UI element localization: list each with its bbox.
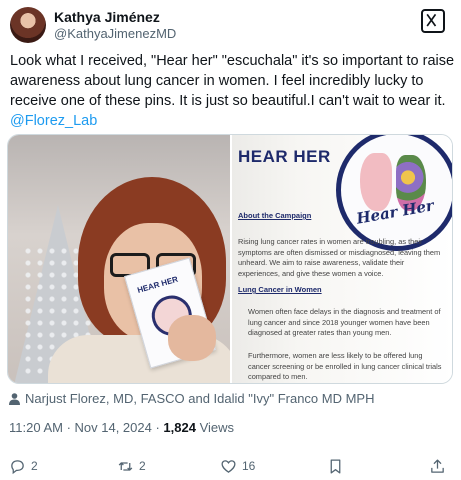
avatar[interactable]	[10, 7, 46, 43]
tweet-body: Look what I received, "Hear her" "escuch…	[10, 53, 455, 109]
reply-button[interactable]: 2	[9, 456, 38, 476]
like-icon	[221, 459, 236, 473]
like-count: 16	[242, 459, 256, 473]
tagged-people[interactable]: Narjust Florez, MD, FASCO and Idalid "Iv…	[9, 391, 454, 407]
card-heading: HEAR HER	[136, 274, 179, 295]
view-count: 1,824	[163, 420, 196, 435]
tweet-text: Look what I received, "Hear her" "escuch…	[10, 51, 455, 131]
bullet-1: Women often face delays in the diagnosis…	[248, 307, 441, 337]
timestamp[interactable]: 11:20 AM · Nov 14, 2024 ·	[9, 420, 163, 435]
mention-link[interactable]: @Florez_Lab	[10, 111, 455, 131]
x-logo-icon[interactable]	[421, 9, 445, 33]
photo-campaign-card[interactable]: Hear Her HEAR HER About the Campaign Ris…	[232, 135, 452, 383]
lung-left	[360, 153, 392, 211]
retweet-icon	[118, 461, 133, 471]
tweet-header: Kathya Jiménez @KathyaJimenezMD	[10, 7, 451, 43]
tagged-names[interactable]: Narjust Florez, MD, FASCO and Idalid "Iv…	[25, 391, 374, 406]
photo-woman-with-card[interactable]: HEAR HER	[8, 135, 230, 383]
views-label: Views	[195, 420, 235, 435]
card-title: HEAR HER	[238, 147, 331, 166]
section-heading-lung-cancer: Lung Cancer in Women	[238, 285, 322, 294]
retweet-button[interactable]: 2	[117, 456, 146, 476]
hand	[168, 315, 216, 361]
section-heading-campaign: About the Campaign	[238, 211, 312, 220]
bookmark-button[interactable]	[327, 456, 344, 476]
share-icon	[431, 458, 444, 473]
retweet-count: 2	[139, 459, 146, 473]
share-button[interactable]	[429, 456, 446, 476]
like-button[interactable]: 16	[220, 456, 255, 476]
action-bar: 2 2 16	[9, 456, 451, 476]
section-text-campaign: Rising lung cancer rates in women are tr…	[238, 237, 441, 278]
hear-her-pin	[336, 135, 452, 251]
person-icon	[9, 393, 20, 405]
reply-count: 2	[31, 459, 38, 473]
author-name[interactable]: Kathya Jiménez	[54, 9, 160, 25]
bullet-2: Furthermore, women are less likely to be…	[248, 351, 442, 381]
tweet-meta: 11:20 AM · Nov 14, 2024 · 1,824 Views	[9, 420, 234, 435]
author-handle[interactable]: @KathyaJimenezMD	[54, 26, 176, 41]
bookmark-icon	[330, 458, 341, 474]
reply-icon	[11, 459, 24, 474]
tweet-media[interactable]: HEAR HER Hear Her HEAR HER About the Cam…	[7, 134, 453, 384]
